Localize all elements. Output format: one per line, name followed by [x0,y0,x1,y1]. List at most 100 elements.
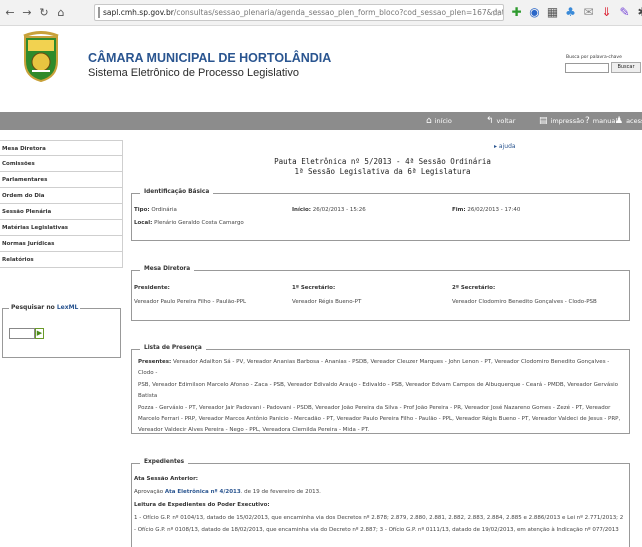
acessar-label: acessar [626,117,642,125]
expedientes-fieldset: Expedientes Ata Sessão Anterior: Aprovaç… [131,459,630,547]
search-button[interactable]: Buscar [611,62,641,73]
pen-extension-icon[interactable]: ✎ [618,4,631,20]
ata-line: Aprovação Ata Eletrônica nº 4/2013. de 1… [134,489,321,495]
ata-heading-text: Ata Sessão Anterior: [134,476,198,482]
site-subtitle: Sistema Eletrônico de Processo Legislati… [88,67,299,79]
ata-heading: Ata Sessão Anterior: [134,476,198,482]
ata-suffix: . de 19 de fevereiro de 2013. [240,489,321,495]
tipo-field: Tipo: Ordinária [134,207,177,213]
bookmark-star-icon[interactable]: ☆ [491,6,501,19]
tipo-value: Ordinária [151,207,177,213]
search-label: Busca por palavra-chave [566,55,622,60]
segundo-secretario-label-text: 2º Secretário: [452,285,496,291]
primeiro-secretario-label-text: 1º Secretário: [292,285,336,291]
leitura-heading: Leitura de Expedientes do Poder Executiv… [134,502,270,508]
fim-value: 26/02/2013 - 17:40 [467,207,521,213]
home-icon: ⌂ [426,116,432,126]
page-title: Pauta Eletrônica nº 5/2013 - 4ª Sessão O… [123,157,642,177]
acessar-button[interactable]: ♟acessar [615,115,642,127]
ata-link[interactable]: Ata Eletrônica nº 4/2013 [165,489,241,495]
tipo-label: Tipo: [134,207,150,213]
sidebar-item-relatorios[interactable]: Relatórios [0,252,123,268]
inicio-button[interactable]: ⌂ início [426,115,452,127]
manual-label: manual [592,117,618,125]
presenca-line-3: Pozza - Gervásio - PT, Vereador Jair Pad… [138,404,611,411]
reload-icon[interactable]: ↻ [37,5,51,21]
globe-extension-icon[interactable]: ◉ [528,4,541,20]
presenca-line-1-text: Vereador Adailton Sá - PV, Vereador Anan… [138,359,610,377]
inicio-label: início [434,117,452,125]
fim-field: Fim: 26/02/2013 - 17:40 [452,207,520,213]
lexml-go-arrow-icon[interactable]: ▶ [35,328,44,339]
presidente-label: Presidente: [134,285,170,291]
forward-arrow-icon[interactable]: → [20,5,34,21]
puzzle-extension-icon[interactable]: ♣ [564,4,577,20]
lexml-prefix: Pesquisar no [11,304,57,311]
extension-icons: ✚ ◉ ▦ ♣ ✉ ⇓ ✎ ✱ [510,4,642,20]
impressao-label: impressão [550,117,585,125]
user-icon: ♟ [615,116,624,126]
url-text: sapl.cmh.sp.gov.br/consultas/sessao_plen… [103,8,503,17]
help-link[interactable]: ▸ ajuda [494,143,516,150]
inicio-value: 26/02/2013 - 15:26 [312,207,366,213]
presenca-legend: Lista de Presença [140,345,206,351]
plus-extension-icon[interactable]: ✚ [510,4,523,20]
impressao-button[interactable]: ▤ impressão [539,115,584,127]
inicio-field: Início: 26/02/2013 - 15:26 [292,207,366,213]
identificacao-legend: Identificação Básica [140,189,214,195]
presentes-label: Presentes: [138,359,172,365]
sidebar-item-mesa-diretora[interactable]: Mesa Diretora [0,140,123,156]
manual-button[interactable]: ? manual [585,115,617,127]
identificacao-fieldset: Identificação Básica Tipo: Ordinária Iní… [131,189,630,241]
local-value: Plenário Geraldo Costa Camargo [154,220,244,226]
site-header: CÂMARA MUNICIPAL DE HORTOLÂNDIA Sistema … [0,27,642,106]
presenca-line-4: Marcelo Ferrari - PRP, Vereador Marcos A… [138,416,621,423]
presidente-value: Vereador Paulo Pereira Filho - Paulão-PP… [134,299,247,305]
leitura-line-1: 1 - Ofício G.P. nº 0104/13, datado de 15… [134,515,624,521]
site-toolbar: ⌂ início ↰ voltar ▤ impressão ? manual ♟ aces… [0,112,642,130]
home-icon[interactable]: ⌂ [54,5,68,21]
segundo-secretario-label: 2º Secretário: [452,285,495,291]
sidebar-item-ordem-do-dia[interactable]: Ordem do Dia [0,188,123,204]
sidebar-item-normas-juridicas[interactable]: Normas Jurídicas [0,236,123,252]
primeiro-secretario-label: 1º Secretário: [292,285,335,291]
wrench-icon[interactable]: ✱ [636,4,642,20]
search-input[interactable] [565,63,609,73]
lexml-search-box: Pesquisar no LexML ▶ [2,304,121,358]
leitura-heading-text: Leitura de Expedientes do Poder Executiv… [134,502,270,508]
lexml-search-input[interactable] [9,328,35,339]
mesa-diretora-fieldset: Mesa Diretora Presidente: Vereador Paulo… [131,266,630,321]
presidente-label-text: Presidente: [134,285,170,291]
sidebar: Mesa Diretora Comissões Parlamentares Or… [0,140,123,268]
lexml-link[interactable]: LexML [57,304,79,311]
bookmark-extension-icon[interactable]: ⇓ [600,4,613,20]
site-title: CÂMARA MUNICIPAL DE HORTOLÂNDIA [88,51,332,65]
help-label: ajuda [498,143,516,150]
fim-label: Fim: [452,207,466,213]
lexml-legend: Pesquisar no LexML [9,304,81,311]
back-arrow-icon[interactable]: ← [3,5,17,21]
mail-extension-icon[interactable]: ✉ [582,4,595,20]
mesa-legend: Mesa Diretora [140,266,195,272]
ata-prefix: Aprovação [134,489,165,495]
back-arrow-icon: ↰ [486,116,494,126]
sidebar-item-comissoes[interactable]: Comissões [0,156,123,172]
page-title-line2: 1ª Sessão Legislativa da 6ª Legislatura [294,167,471,176]
presentes-text: Presentes: Vereador Adailton Sá - PV, Ve… [138,357,623,437]
presenca-line-5: Vereador Valdecir Alves Pereira - Nego -… [138,427,370,434]
primeiro-secretario-value: Vereador Régis Bueno-PT [292,299,362,305]
leitura-line-2: - Ofício G.P. nº 0108/13, datado de 18/0… [134,527,619,533]
sidebar-item-parlamentares[interactable]: Parlamentares [0,172,123,188]
page-title-line1: Pauta Eletrônica nº 5/2013 - 4ª Sessão O… [274,157,491,166]
help-icon: ? [585,116,590,126]
presenca-line-2: PSB, Vereador Edimilson Marcelo Afonso -… [138,381,618,400]
grid-extension-icon[interactable]: ▦ [546,4,559,20]
sidebar-item-sessao-plenaria[interactable]: Sessão Plenária [0,204,123,220]
address-bar[interactable]: sapl.cmh.sp.gov.br/consultas/sessao_plen… [94,4,504,21]
inicio-label: Início: [292,207,311,213]
page-icon [98,7,100,18]
sidebar-item-materias-legislativas[interactable]: Matérias Legislativas [0,220,123,236]
expedientes-legend: Expedientes [140,459,189,465]
voltar-button[interactable]: ↰ voltar [486,115,515,127]
printer-icon: ▤ [539,116,548,126]
